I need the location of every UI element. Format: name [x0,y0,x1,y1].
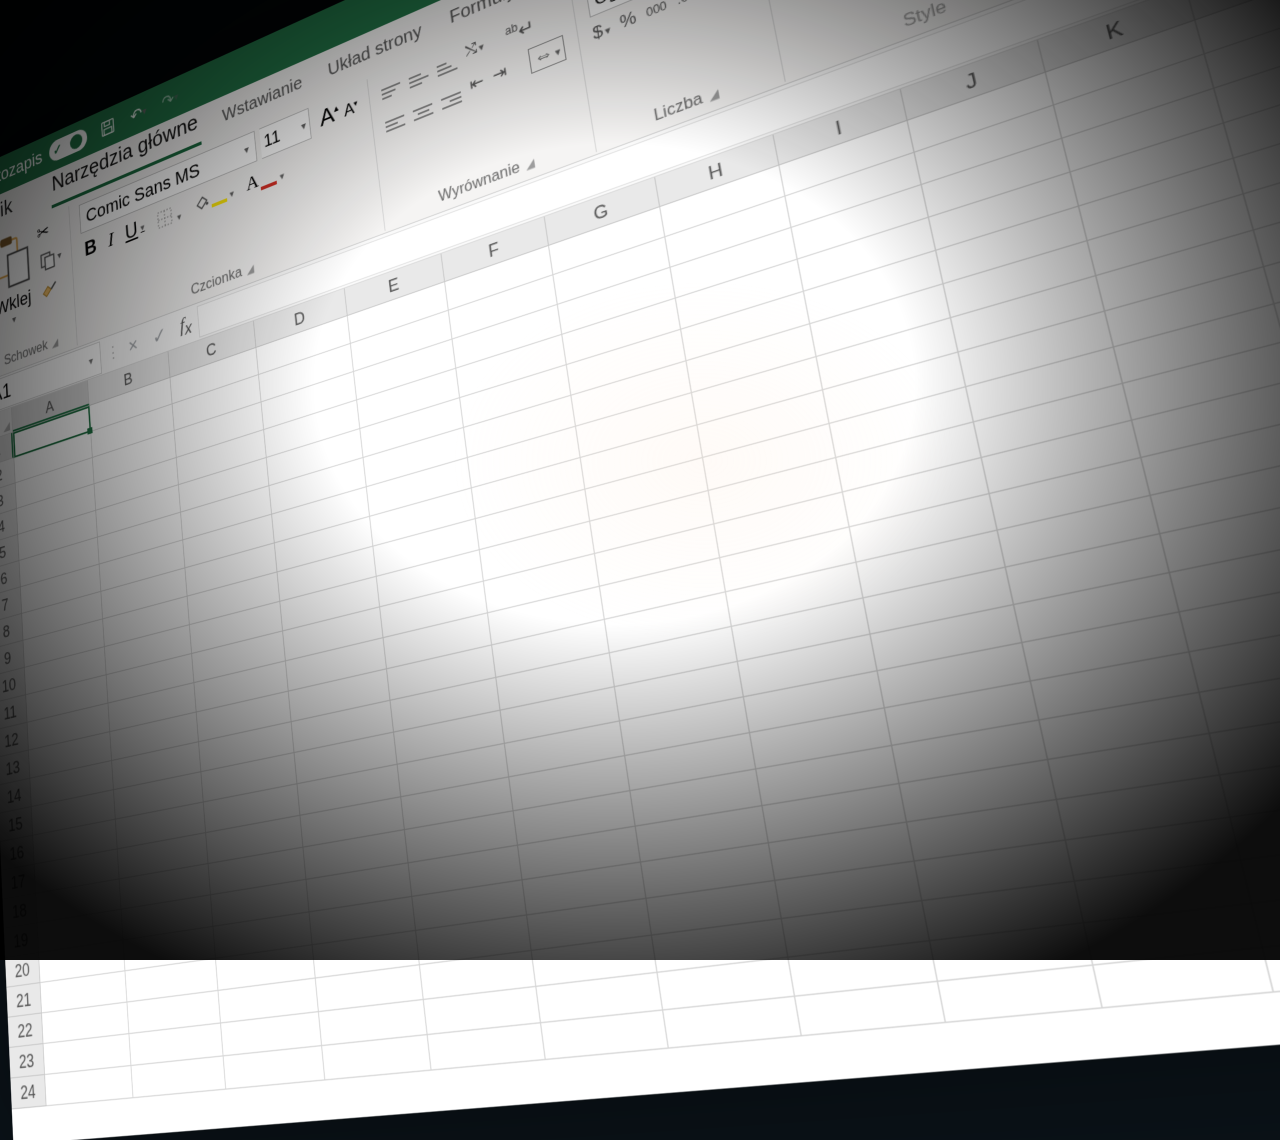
decrease-indent-button[interactable]: ⇤ [469,71,485,96]
format-painter-button[interactable] [39,273,64,305]
dialog-launcher-icon[interactable]: ◢ [525,156,536,172]
grow-font-button[interactable]: A▴ [318,98,340,132]
chevron-down-icon: ▾ [301,119,307,133]
accept-formula-button[interactable]: ✓ [144,319,174,352]
wrap-text-button[interactable]: ab↵ [504,13,535,47]
align-top-button[interactable] [380,69,402,100]
resize-handle-icon[interactable]: ⋮ [103,341,122,365]
row-header[interactable]: 24 [10,1075,45,1109]
borders-button[interactable]: ▾ [155,202,181,232]
increase-indent-button[interactable]: ⇥ [491,61,508,86]
italic-button[interactable]: I [107,228,114,252]
dialog-launcher-icon[interactable]: ◢ [246,262,254,277]
row-header[interactable]: 20 [5,953,40,988]
dialog-launcher-icon[interactable]: ◢ [708,86,720,103]
orientation-button[interactable]: ⤭▾ [464,38,485,62]
fill-color-button[interactable]: ▾ [192,182,234,215]
dialog-launcher-icon[interactable]: ◢ [52,336,59,350]
excel-window: Autozapis ✓ ↶▾ ↷▾ przelewy-od-sorosa-za-… [0,0,1280,1140]
align-middle-button[interactable] [407,58,429,89]
bold-button[interactable]: B [84,234,98,262]
row-header[interactable]: 22 [8,1013,43,1048]
toggle-knob [70,132,83,152]
chevron-down-icon: ▾ [12,313,17,326]
increase-decimal-button[interactable]: .0→ [676,0,703,7]
chevron-down-icon: ▾ [244,143,250,157]
percent-button[interactable]: % [618,7,637,33]
currency-button[interactable]: $▾ [591,18,611,45]
align-left-button[interactable] [384,101,406,132]
row-header[interactable]: 23 [9,1044,44,1078]
align-center-button[interactable] [412,90,434,121]
merge-cells-button[interactable]: ⇔▾ [527,35,567,74]
font-color-button[interactable]: A▾ [245,159,285,196]
comma-button[interactable]: 000 [645,0,668,19]
underline-button[interactable]: U▾ [124,215,145,246]
cancel-formula-button[interactable]: × [120,330,146,361]
paste-button[interactable]: Wklej ▾ [0,226,35,333]
check-icon: ✓ [53,140,63,160]
shrink-font-button[interactable]: A▾ [343,97,359,121]
fx-icon[interactable]: fx [173,308,199,343]
align-right-button[interactable] [440,78,463,109]
chevron-down-icon: ▾ [88,354,93,367]
row-header[interactable]: 21 [6,983,41,1018]
cut-button[interactable]: ✂ [36,215,60,245]
align-bottom-button[interactable] [435,46,458,77]
copy-button[interactable]: ▾ [38,244,62,274]
